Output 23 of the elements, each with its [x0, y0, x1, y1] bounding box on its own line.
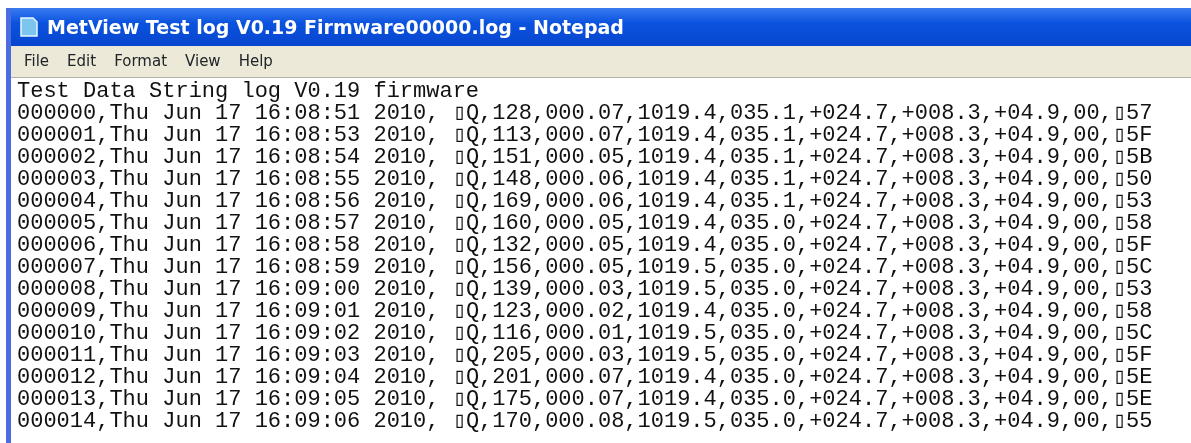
text-line: 000014,Thu Jun 17 16:09:06 2010, ▯Q,170,000.08,1019.5,035.0,+024.7,+008.3,+04.9,00,▯55: [17, 411, 1154, 433]
menu-item[interactable]: Help: [229, 50, 282, 73]
menu-item[interactable]: Edit: [58, 50, 106, 73]
text-line: 000003,Thu Jun 17 16:08:55 2010, ▯Q,148,000.06,1019.4,035.1,+024.7,+008.3,+04.9,00,▯50: [17, 169, 1154, 191]
menu-item[interactable]: Format: [105, 50, 177, 73]
text-line: 000011,Thu Jun 17 16:09:03 2010, ▯Q,205,000.03,1019.5,035.0,+024.7,+008.3,+04.9,00,▯5F: [17, 345, 1154, 367]
text-line: 000007,Thu Jun 17 16:08:59 2010, ▯Q,156,000.05,1019.5,035.0,+024.7,+008.3,+04.9,00,▯5C: [17, 257, 1154, 279]
text-line: 000004,Thu Jun 17 16:08:56 2010, ▯Q,169,000.06,1019.4,035.1,+024.7,+008.3,+04.9,00,▯53: [17, 191, 1154, 213]
text-line: 000006,Thu Jun 17 16:08:58 2010, ▯Q,132,000.05,1019.4,035.0,+024.7,+008.3,+04.9,00,▯5F: [17, 235, 1154, 257]
text-line: 000010,Thu Jun 17 16:09:02 2010, ▯Q,116,000.01,1019.5,035.0,+024.7,+008.3,+04.9,00,▯5C: [17, 323, 1154, 345]
text-line: 000002,Thu Jun 17 16:08:54 2010, ▯Q,151,000.05,1019.4,035.1,+024.7,+008.3,+04.9,00,▯5B: [17, 147, 1154, 169]
text-line: 000001,Thu Jun 17 16:08:53 2010, ▯Q,113,000.07,1019.4,035.1,+024.7,+008.3,+04.9,00,▯5F: [17, 125, 1154, 147]
text-line: Test Data String log V0.19 firmware: [17, 81, 481, 103]
menu-item[interactable]: File: [15, 50, 59, 73]
text-line: 000000,Thu Jun 17 16:08:51 2010, ▯Q,128,000.07,1019.4,035.1,+024.7,+008.3,+04.9,00,▯57: [17, 103, 1154, 125]
text-line: 000008,Thu Jun 17 16:09:00 2010, ▯Q,139,000.03,1019.5,035.0,+024.7,+008.3,+04.9,00,▯53: [17, 279, 1154, 301]
menu-item[interactable]: View: [176, 50, 230, 73]
text-line: 000005,Thu Jun 17 16:08:57 2010, ▯Q,160,000.05,1019.4,035.0,+024.7,+008.3,+04.9,00,▯58: [17, 213, 1154, 235]
window-title: MetView Test log V0.19 Firmware00000.log - Notepad: [47, 14, 624, 40]
text-line: 000012,Thu Jun 17 16:09:04 2010, ▯Q,201,000.07,1019.4,035.0,+024.7,+008.3,+04.9,00,▯5E: [17, 367, 1154, 389]
notepad-icon: [19, 16, 39, 38]
text-line: 000009,Thu Jun 17 16:09:01 2010, ▯Q,123,000.02,1019.4,035.0,+024.7,+008.3,+04.9,00,▯58: [17, 301, 1154, 323]
text-line: 000013,Thu Jun 17 16:09:05 2010, ▯Q,175,000.07,1019.4,035.0,+024.7,+008.3,+04.9,00,▯5E: [17, 389, 1154, 411]
